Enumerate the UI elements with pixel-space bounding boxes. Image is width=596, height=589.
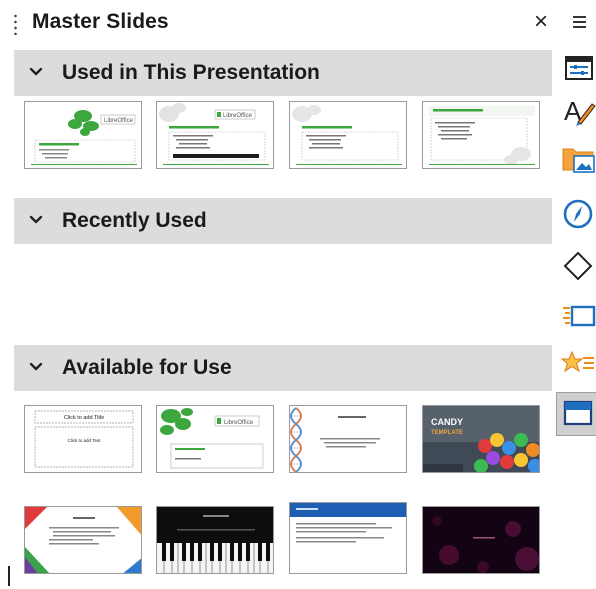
chevron-down-icon — [29, 362, 43, 371]
tab-master-slides[interactable] — [556, 392, 596, 436]
navigator-icon — [563, 199, 593, 229]
master-thumbnail[interactable]: LibreOffice — [24, 101, 142, 169]
section-available-for-use[interactable]: Available for Use — [14, 345, 552, 391]
master-thumbnail[interactable]: Click to add Title Click to add Text — [24, 405, 142, 473]
master-slides-panel: Master Slides × Used in This Presentatio… — [0, 0, 556, 589]
shapes-icon — [563, 251, 593, 281]
master-thumbnail[interactable] — [156, 506, 274, 574]
tab-gallery[interactable] — [560, 140, 596, 176]
text-cursor — [8, 566, 10, 586]
section-recently-used[interactable]: Recently Used — [14, 198, 552, 244]
tab-navigator[interactable] — [560, 196, 596, 232]
tab-styles[interactable]: A — [560, 92, 596, 128]
master-slides-icon — [563, 400, 593, 426]
tab-slide-transition[interactable] — [560, 298, 596, 334]
thumb-title-text: CANDY — [431, 417, 463, 427]
tab-shapes[interactable] — [560, 248, 596, 284]
sidebar-menu-button[interactable] — [560, 8, 596, 44]
logo-text: LibreOffice — [104, 118, 134, 124]
logo-text: LibreOffice — [223, 113, 253, 119]
master-thumbnail[interactable] — [24, 506, 142, 574]
section-label: Available for Use — [62, 356, 232, 379]
slide-transition-icon — [563, 305, 596, 327]
animation-icon — [560, 350, 594, 373]
master-thumbnail[interactable] — [289, 405, 407, 473]
section-used-in-presentation[interactable]: Used in This Presentation — [14, 50, 552, 96]
drag-grip-icon[interactable] — [14, 13, 17, 35]
thumb-title-text: Click to add Title — [64, 415, 104, 421]
master-thumbnail[interactable]: LibreOffice — [156, 101, 274, 169]
thumb-body-text: Click to add Text — [68, 438, 102, 443]
master-thumbnail[interactable]: CANDY TEMPLATE — [422, 405, 540, 473]
chevron-down-icon — [29, 67, 43, 76]
master-thumbnail[interactable] — [289, 101, 407, 169]
logo-text: LibreOffice — [224, 420, 254, 426]
thumb-subtitle-text: TEMPLATE — [431, 430, 463, 436]
master-thumbnail[interactable]: LibreOffice — [156, 405, 274, 473]
gallery-icon — [562, 148, 595, 173]
properties-icon — [565, 56, 593, 80]
master-thumbnail[interactable] — [422, 101, 540, 169]
master-thumbnail[interactable] — [422, 506, 540, 574]
panel-title: Master Slides — [32, 10, 169, 33]
chevron-down-icon — [29, 215, 43, 224]
sidebar-tab-bar: A — [556, 0, 596, 589]
tab-animation[interactable] — [560, 346, 596, 382]
master-thumbnail[interactable] — [289, 502, 407, 574]
section-label: Used in This Presentation — [62, 61, 320, 84]
close-button[interactable]: × — [528, 8, 554, 36]
styles-icon: A — [564, 96, 596, 126]
section-label: Recently Used — [62, 209, 207, 232]
tab-properties[interactable] — [560, 50, 596, 86]
panel-header: Master Slides × — [0, 0, 556, 46]
hamburger-menu-icon — [573, 16, 586, 28]
